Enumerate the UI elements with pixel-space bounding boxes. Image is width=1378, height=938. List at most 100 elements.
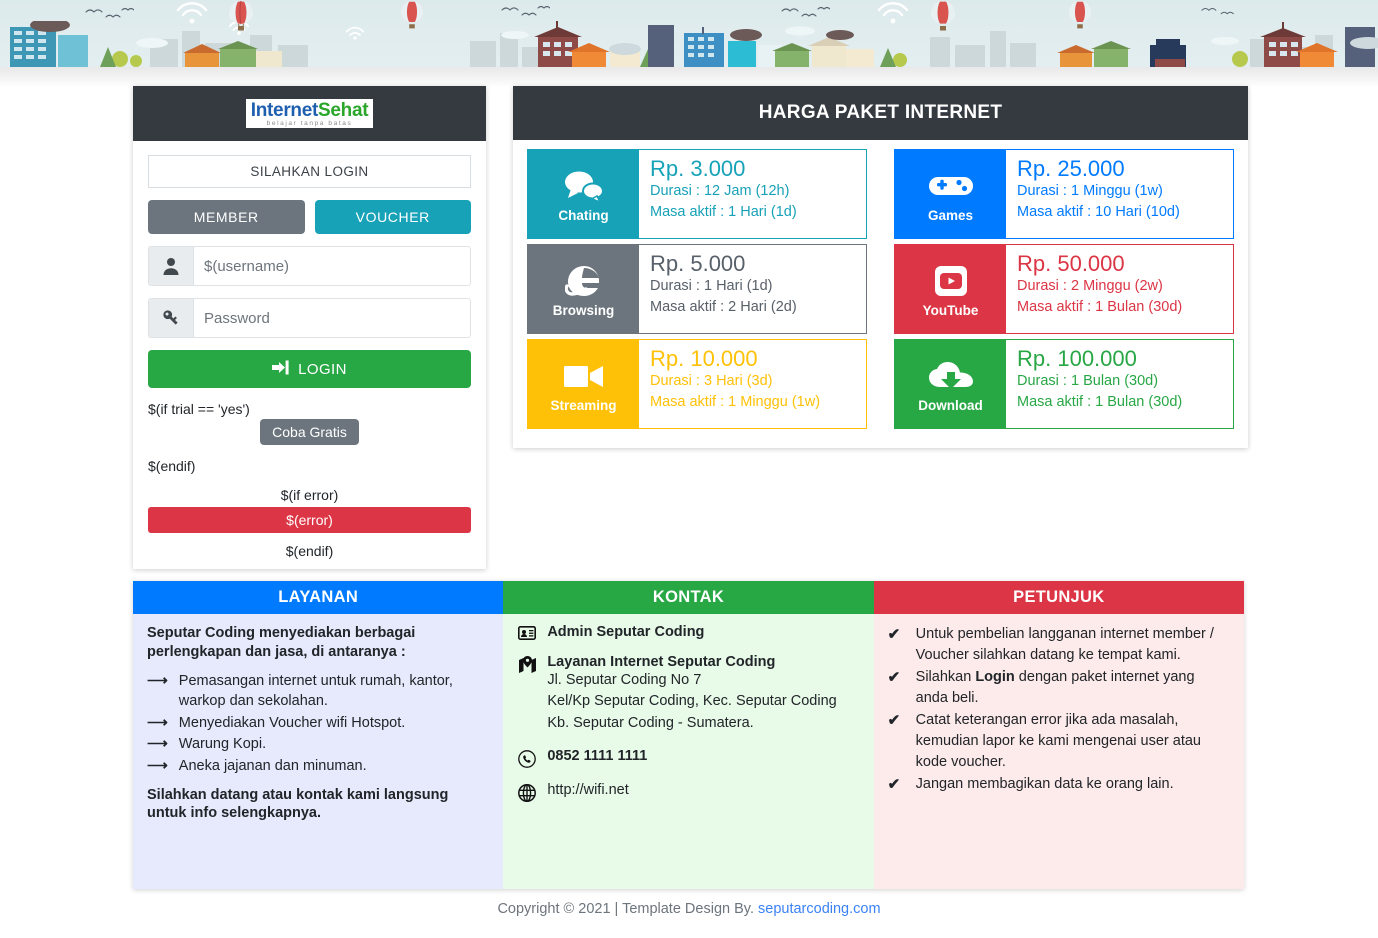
package-duration: Durasi : 1 Minggu (1w) — [1017, 183, 1163, 200]
page-footer: Copyright © 2021 | Template Design By. s… — [0, 901, 1378, 917]
layanan-intro: Seputar Coding menyediakan berbagai perl… — [147, 625, 416, 660]
sign-in-icon — [272, 360, 289, 379]
package-name: YouTube — [922, 302, 979, 318]
arrow-right-icon: ⟶ — [147, 758, 168, 774]
layanan-item-text: Menyediakan Voucher wifi Hotspot. — [178, 714, 406, 731]
hot-air-balloon-icon — [229, 0, 253, 31]
layanan-outro: Silahkan datang atau kontak kami langsun… — [147, 786, 449, 822]
package-duration: Durasi : 1 Hari (1d) — [650, 278, 773, 295]
panel-layanan-title: LAYANAN — [133, 581, 504, 614]
youtube-icon — [933, 261, 969, 301]
kontak-address-row: Layanan Internet Seputar Coding Jl. Sepu… — [517, 654, 859, 734]
package-card-streaming[interactable]: Streaming Rp. 10.000 Durasi : 3 Hari (3d… — [527, 339, 867, 429]
password-input[interactable] — [193, 298, 471, 338]
arrow-right-icon: ⟶ — [147, 736, 168, 753]
kontak-address-line-2: Kel/Kp Seputar Coding, Kec. Seputar Codi… — [547, 693, 837, 710]
kontak-phone-number: 0852 1111 1111 — [547, 747, 648, 764]
panel-kontak-body: Admin Seputar Coding Layanan Internet Se… — [503, 614, 874, 889]
arrow-right-icon: ⟶ — [147, 672, 168, 689]
price-list-card: HARGA PAKET INTERNET Chating Rp. 3.000 D… — [513, 86, 1248, 448]
list-item: ✔ Jangan membagikan data ke orang lain. — [888, 774, 1230, 796]
package-active-period: Masa aktif : 1 Bulan (30d) — [1017, 394, 1183, 411]
banner-gradient-fade — [0, 67, 1378, 86]
city-skyline-illustration — [10, 21, 1378, 67]
package-icon-block: Chating — [528, 150, 639, 238]
petunjuk-list: ✔ Untuk pembelian langganan internet memb… — [888, 624, 1230, 796]
logo-tagline: belajar tanpa batas — [266, 119, 353, 127]
tab-voucher[interactable]: VOUCHER — [314, 200, 471, 234]
package-card-youtube[interactable]: YouTube Rp. 50.000 Durasi : 2 Minggu (2w… — [894, 244, 1234, 334]
hot-air-balloon-icon — [931, 1, 955, 31]
kontak-admin-name: Admin Seputar Coding — [547, 624, 705, 640]
check-icon: ✔ — [887, 626, 901, 643]
trial-condition-open: $(if trial == 'yes') — [148, 401, 250, 417]
price-list-title: HARGA PAKET INTERNET — [513, 86, 1248, 140]
id-card-icon — [517, 624, 537, 640]
package-duration: Durasi : 2 Minggu (2w) — [1017, 278, 1163, 295]
kontak-phone-row[interactable]: 0852 1111 1111 — [517, 748, 859, 768]
package-icon-block: Games — [895, 150, 1006, 238]
login-card: InternetSehat belajar tanpa batas SILAHK… — [133, 86, 486, 569]
list-item: ⟶ Pemasangan internet untuk rumah, kantor… — [147, 671, 489, 712]
panel-petunjuk-body: ✔ Untuk pembelian langganan internet memb… — [873, 614, 1244, 889]
panel-kontak-title: KONTAK — [503, 581, 874, 614]
package-name: Browsing — [552, 302, 615, 318]
package-duration: Durasi : 12 Jam (12h) — [650, 183, 790, 200]
package-duration: Durasi : 1 Bulan (30d) — [1017, 373, 1159, 390]
package-card-games[interactable]: Games Rp. 25.000 Durasi : 1 Minggu (1w) … — [894, 149, 1234, 239]
username-input[interactable] — [193, 246, 471, 286]
layanan-list: ⟶ Pemasangan internet untuk rumah, kantor… — [147, 671, 489, 777]
trial-button-row: Coba Gratis — [148, 419, 471, 445]
wifi-signal-icon — [345, 26, 365, 40]
panel-layanan: LAYANAN Seputar Coding menyediakan berba… — [133, 581, 504, 889]
package-price: Rp. 25.000 — [1017, 156, 1125, 181]
birds-icon — [781, 6, 830, 17]
panel-petunjuk: PETUNJUK ✔ Untuk pembelian langganan inte… — [873, 581, 1244, 889]
kontak-website-url: http://wifi.net — [547, 781, 629, 798]
info-panels: LAYANAN Seputar Coding menyediakan berba… — [133, 581, 1244, 889]
user-icon — [148, 246, 193, 286]
package-card-download[interactable]: Download Rp. 100.000 Durasi : 1 Bulan (3… — [894, 339, 1234, 429]
kontak-address-title: Layanan Internet Seputar Coding — [547, 654, 776, 670]
price-column-right: Games Rp. 25.000 Durasi : 1 Minggu (1w) … — [894, 149, 1234, 429]
list-item: ✔ Silahkan Login dengan paket internet ya… — [888, 667, 1230, 709]
login-card-header: InternetSehat belajar tanpa batas — [133, 86, 486, 141]
package-duration: Durasi : 3 Hari (3d) — [650, 373, 773, 390]
package-card-chating[interactable]: Chating Rp. 3.000 Durasi : 12 Jam (12h) … — [527, 149, 867, 239]
package-price: Rp. 50.000 — [1017, 251, 1125, 276]
logo-secondary-text: Sehat — [318, 99, 369, 121]
error-condition-close: $(endif) — [285, 543, 334, 559]
package-active-period: Masa aktif : 1 Hari (1d) — [650, 204, 797, 221]
package-name: Download — [918, 397, 983, 413]
internet-explorer-icon — [564, 261, 603, 301]
check-icon: ✔ — [887, 712, 901, 730]
footer-link[interactable]: seputarcoding.com — [758, 901, 881, 917]
map-marker-icon — [517, 654, 537, 734]
birds-icon — [501, 5, 550, 16]
layanan-item-text: Aneka jajanan dan minuman. — [178, 758, 367, 774]
layanan-item-text: Warung Kopi. — [178, 736, 267, 753]
tab-member[interactable]: MEMBER — [148, 200, 305, 234]
login-button[interactable]: LOGIN — [148, 350, 471, 388]
list-item: ⟶ Aneka jajanan dan minuman. — [147, 756, 489, 777]
kontak-admin-row: Admin Seputar Coding — [517, 624, 859, 640]
layanan-item-text: Pemasangan internet untuk rumah, kantor,… — [178, 672, 453, 710]
logo-primary-text: Internet — [250, 99, 319, 121]
petunjuk-item-text: Untuk pembelian langganan internet membe… — [915, 626, 1214, 664]
globe-icon — [517, 782, 537, 802]
package-name: Chating — [558, 207, 609, 223]
wifi-signal-icon — [877, 2, 909, 24]
package-card-browsing[interactable]: Browsing Rp. 5.000 Durasi : 1 Hari (1d) … — [527, 244, 867, 334]
hot-air-balloon-icon — [1068, 1, 1092, 29]
kontak-website-row[interactable]: http://wifi.net — [517, 782, 859, 802]
kontak-address-line-1: Jl. Seputar Coding No 7 — [547, 672, 702, 688]
panel-layanan-body: Seputar Coding menyediakan berbagai perl… — [133, 614, 504, 889]
check-icon: ✔ — [887, 669, 901, 687]
list-item: ⟶ Warung Kopi. — [147, 734, 489, 755]
key-icon — [148, 298, 193, 338]
package-active-period: Masa aktif : 1 Minggu (1w) — [650, 394, 821, 411]
trial-button[interactable]: Coba Gratis — [260, 419, 359, 445]
login-button-label: LOGIN — [298, 360, 347, 378]
birds-icon — [85, 7, 134, 18]
petunjuk-item-text: Catat keterangan error jika ada masalah,… — [915, 712, 1201, 771]
